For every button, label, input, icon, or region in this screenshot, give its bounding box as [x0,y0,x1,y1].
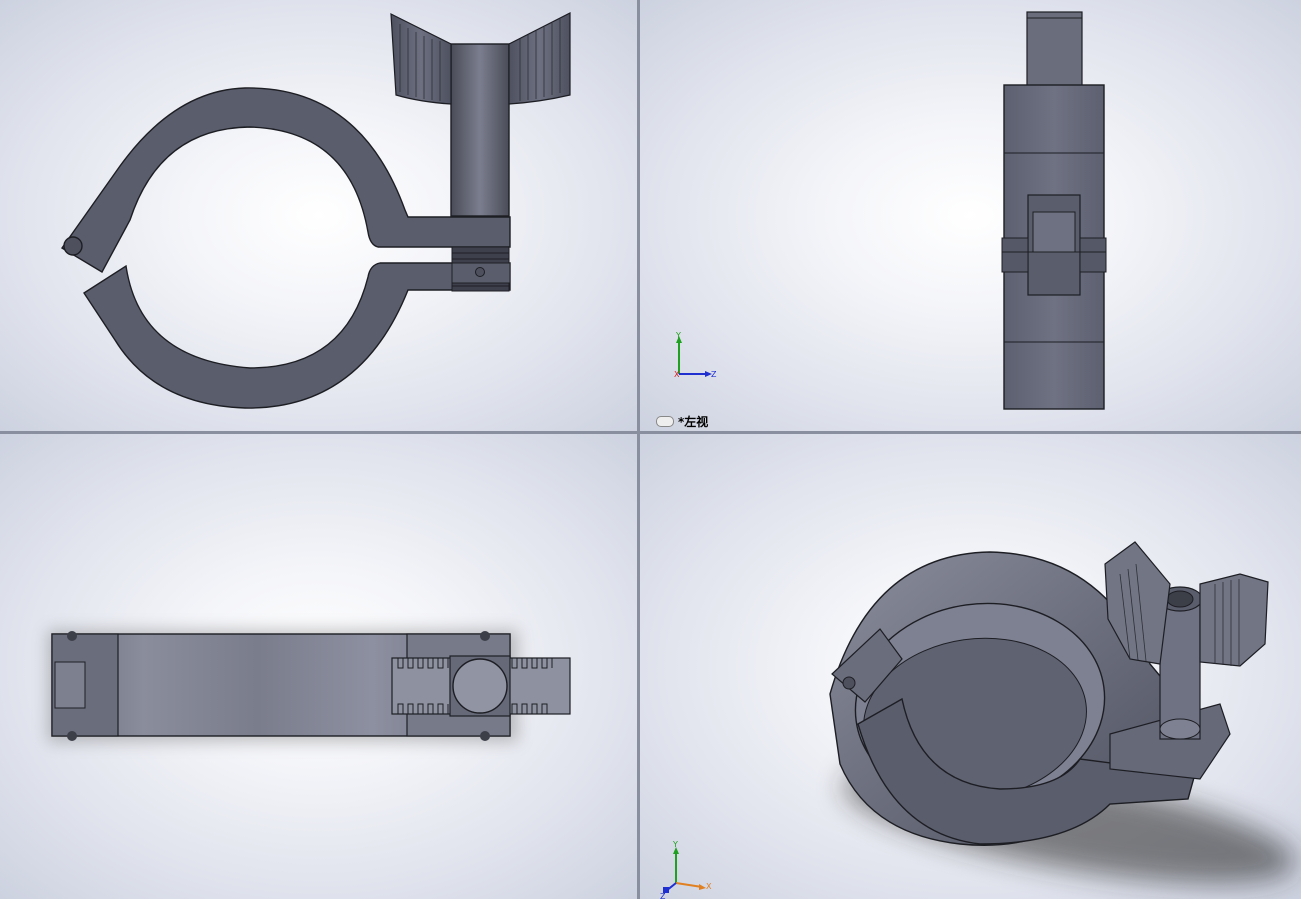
svg-text:X: X [706,882,712,891]
clamp-left-view [1001,11,1107,410]
clamp-top-view [48,630,571,742]
viewport-isometric[interactable]: Y X Z [640,434,1301,899]
svg-text:Z: Z [711,370,717,379]
link-icon[interactable] [656,416,674,427]
clamp-front-view [60,12,571,409]
viewport-left[interactable]: Y Z X *左视 [640,0,1301,431]
viewport-splitter-vertical[interactable] [637,0,640,899]
viewport-front[interactable] [0,0,637,431]
svg-text:Z: Z [660,892,666,899]
clamp-isometric-view [829,541,1297,884]
triad-icon: Y Z X [674,331,717,379]
view-name-label: *左视 [656,413,708,430]
svg-text:Y: Y [675,331,681,340]
svg-text:X: X [674,370,680,379]
triad-icon: Y X Z [660,840,712,899]
viewport-top[interactable] [0,434,637,899]
svg-text:Y: Y [672,840,678,849]
view-name-text: *左视 [678,415,709,429]
viewport-splitter-horizontal[interactable] [0,431,1301,434]
